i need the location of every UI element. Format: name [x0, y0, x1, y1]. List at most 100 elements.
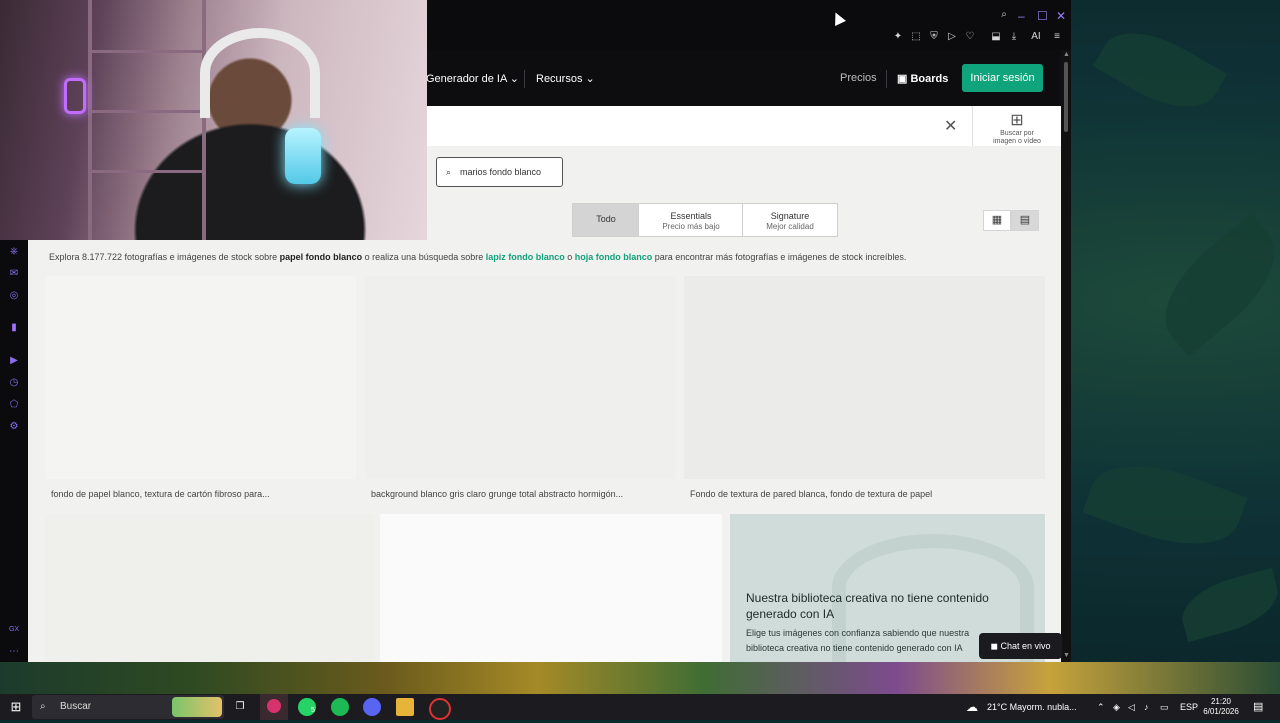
- live-chat-button[interactable]: ◼ Chat en vivo: [979, 633, 1062, 659]
- nav-divider: [886, 70, 887, 88]
- tab-essentials-label: Essentials: [670, 211, 712, 221]
- chevron-down-icon: ⌄: [509, 73, 520, 85]
- heart-icon[interactable]: ♡: [963, 31, 977, 43]
- shield-icon[interactable]: ⛨: [927, 31, 941, 43]
- wallpaper-flowers: [0, 662, 1280, 694]
- file-explorer-icon[interactable]: [396, 698, 414, 716]
- mosaic-view-icon[interactable]: ▤: [1011, 210, 1039, 231]
- image-search-button[interactable]: ⊞ Buscar por imagen o vídeo: [988, 112, 1046, 146]
- discord-icon[interactable]: [363, 698, 381, 716]
- search-highlight-image: [172, 697, 222, 717]
- pricing-link[interactable]: Precios: [840, 72, 877, 84]
- ai-card-title: Nuestra biblioteca creativa no tiene con…: [746, 591, 989, 621]
- result-image[interactable]: [684, 276, 1045, 479]
- taskbar-search[interactable]: ⌕ Buscar: [32, 695, 224, 719]
- taskbar-search-label: Buscar: [60, 701, 92, 712]
- language-indicator[interactable]: ESP: [1180, 694, 1198, 720]
- live-chat-label: Chat en vivo: [1000, 641, 1051, 651]
- player-icon[interactable]: ▶: [8, 355, 20, 366]
- nav-ai-generator-label: Generador de IA: [426, 73, 507, 85]
- divider: [972, 106, 973, 146]
- scroll-down-icon[interactable]: ▼: [1063, 652, 1070, 659]
- box-icon[interactable]: ⬓: [989, 31, 1003, 43]
- instagram-icon[interactable]: ◎: [8, 290, 20, 301]
- result-image[interactable]: [45, 514, 375, 662]
- weather-text[interactable]: 21°C Mayorm. nubla...: [987, 694, 1077, 720]
- desc-text: o: [564, 252, 575, 262]
- ai-card-text: Elige tus imágenes con confianza sabiend…: [746, 628, 970, 653]
- image-search-icon: ⊞: [1010, 112, 1024, 129]
- menu-icon[interactable]: ≡: [1050, 31, 1064, 43]
- more-icon[interactable]: ⋯: [8, 646, 20, 657]
- opera-icon[interactable]: [429, 698, 451, 720]
- download-icon[interactable]: ⤓: [1007, 31, 1021, 43]
- screenshot-icon[interactable]: ⬚: [909, 31, 923, 43]
- chevron-down-icon: ⌄: [585, 73, 595, 85]
- gx-icon[interactable]: GX: [8, 626, 20, 633]
- clock-time: 21:20: [1210, 697, 1232, 706]
- neon-light: [64, 78, 86, 114]
- search-icon[interactable]: ⌕: [997, 9, 1011, 21]
- chevron-up-icon[interactable]: ⌃: [1097, 694, 1105, 720]
- related-search-link[interactable]: lapiz fondo blanco: [486, 252, 565, 262]
- result-image[interactable]: [380, 514, 722, 662]
- twitch-icon[interactable]: ▮: [8, 322, 20, 333]
- nav-resources[interactable]: Recursos ⌄: [536, 72, 595, 85]
- history-icon[interactable]: ◷: [8, 377, 20, 388]
- result-caption[interactable]: background blanco gris claro grunge tota…: [371, 489, 623, 499]
- pin-icon[interactable]: ✦: [891, 31, 905, 43]
- chat-icon[interactable]: ✉: [8, 268, 20, 279]
- nav-ai-generator[interactable]: Generador de IA ⌄: [426, 72, 519, 85]
- boards-label: Boards: [910, 73, 949, 85]
- tab-todo-label: Todo: [596, 214, 616, 224]
- result-image[interactable]: [45, 276, 356, 479]
- result-image[interactable]: [365, 276, 676, 479]
- result-caption[interactable]: Fondo de textura de pared blanca, fondo …: [690, 489, 932, 499]
- tab-essentials[interactable]: Essentials Precio más bajo: [638, 203, 744, 237]
- connect-icon[interactable]: ▭: [1160, 694, 1169, 720]
- close-icon[interactable]: ✕: [944, 116, 957, 136]
- tab-essentials-sub: Precio más bajo: [662, 222, 720, 231]
- grid-view-icon[interactable]: ▦: [983, 210, 1011, 231]
- desc-text: o realiza una búsqueda sobre: [362, 252, 486, 262]
- scroll-up-icon[interactable]: ▲: [1063, 51, 1070, 58]
- weather-icon: ☁: [966, 700, 978, 714]
- minimize-icon[interactable]: –: [1018, 9, 1025, 23]
- result-caption[interactable]: fondo de papel blanco, textura de cartón…: [51, 489, 270, 499]
- aria-icon[interactable]: ⎈: [8, 246, 20, 257]
- search-icon: ⌕: [40, 701, 46, 712]
- scroll-thumb[interactable]: [1064, 62, 1068, 132]
- desc-term: papel fondo blanco: [279, 252, 363, 262]
- nav-resources-label: Recursos: [536, 73, 583, 85]
- clock[interactable]: 21:20 6/01/2026: [1203, 697, 1239, 723]
- ai-label: AI: [1031, 31, 1041, 42]
- volume-icon[interactable]: ◁: [1128, 694, 1135, 720]
- page-scrollbar[interactable]: ▲ ▼: [1061, 50, 1071, 662]
- network-icon[interactable]: ◈: [1113, 694, 1120, 720]
- search-query-chip[interactable]: ⌕ marios fondo blanco: [436, 157, 563, 187]
- spotify-icon[interactable]: [331, 698, 349, 716]
- close-window-icon[interactable]: ✕: [1056, 9, 1066, 23]
- shelf: [88, 0, 206, 240]
- notifications-icon[interactable]: ▤: [1253, 694, 1263, 720]
- desc-text: Explora 8.177.722 fotografías e imágenes…: [49, 252, 280, 262]
- extensions-icon[interactable]: ⬠: [8, 399, 20, 410]
- boards-link[interactable]: ▣ Boards: [897, 72, 948, 85]
- settings-icon[interactable]: ⚙: [8, 421, 20, 432]
- leaf-shape: [1175, 567, 1280, 643]
- maximize-icon[interactable]: ☐: [1037, 9, 1048, 23]
- related-search-link[interactable]: hoja fondo blanco: [575, 252, 653, 262]
- tab-signature[interactable]: Signature Mejor calidad: [742, 203, 838, 237]
- opera-gx-app-icon[interactable]: [260, 694, 288, 720]
- task-view-icon[interactable]: ❐: [230, 694, 250, 720]
- ai-icon[interactable]: AI: [1025, 31, 1047, 43]
- tab-todo[interactable]: Todo: [572, 203, 640, 237]
- leaf-shape: [1143, 213, 1280, 357]
- login-button[interactable]: Iniciar sesión: [962, 64, 1043, 92]
- leaf-shape: [1082, 446, 1248, 564]
- play-icon[interactable]: ▷: [945, 31, 959, 43]
- whatsapp-badge: 5: [311, 707, 315, 714]
- webcam-overlay: [0, 0, 427, 240]
- microphone-icon[interactable]: ♪: [1144, 694, 1149, 720]
- windows-start-icon[interactable]: ⊞: [6, 694, 26, 720]
